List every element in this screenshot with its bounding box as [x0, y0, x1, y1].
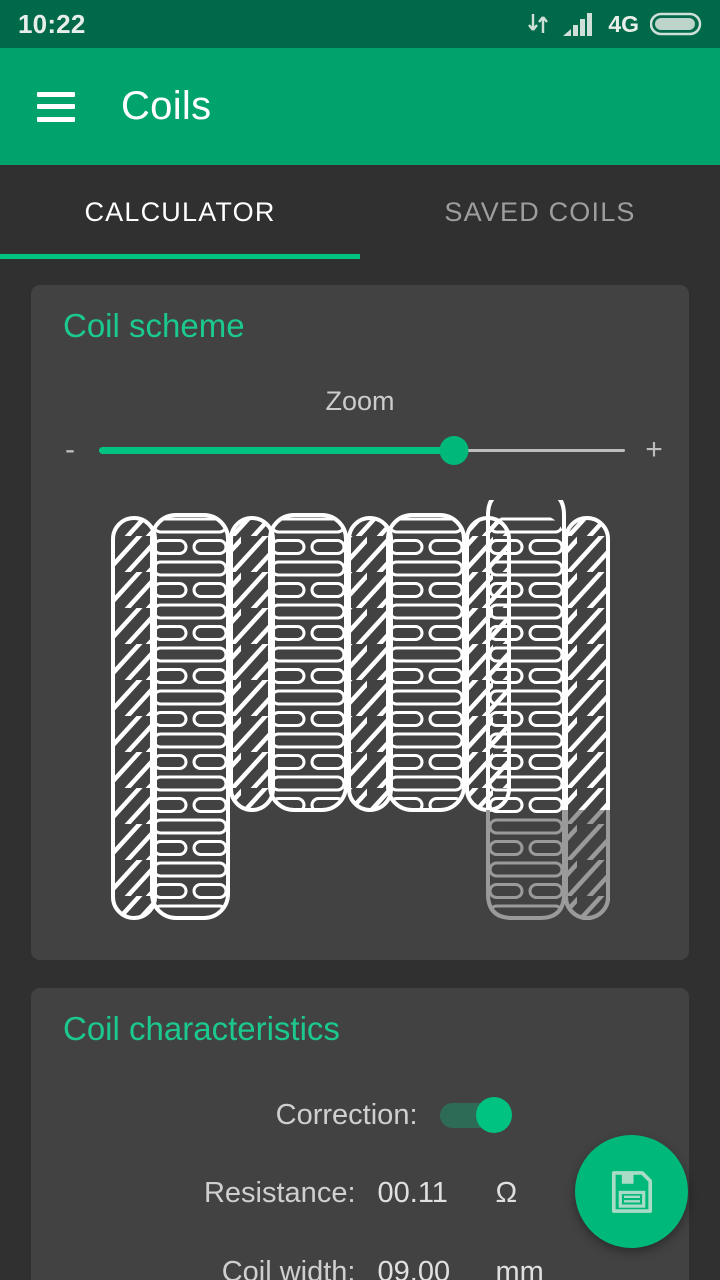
menu-bar-3 — [37, 116, 75, 122]
status-clock: 10:22 — [18, 8, 86, 39]
zoom-slider[interactable] — [99, 428, 625, 472]
resistance-label: Resistance: — [203, 1176, 356, 1209]
coil-column-rope-8 — [564, 516, 610, 920]
zoom-increase-button[interactable]: + — [625, 435, 683, 465]
correction-row: Correction: — [31, 1093, 689, 1137]
menu-bar-2 — [37, 104, 75, 109]
coil-column-ribbon-3 — [268, 513, 348, 812]
signal-bars-icon — [563, 13, 593, 36]
tab-saved-coils-label: SAVED COILS — [444, 196, 636, 227]
tab-calculator-label: CALCULATOR — [84, 196, 276, 227]
coil-scheme-card: Coil scheme Zoom - + — [31, 285, 689, 960]
zoom-label: Zoom — [325, 386, 395, 416]
coil-scheme-title: Coil scheme — [63, 307, 245, 344]
resistance-value: 00.11 — [377, 1176, 448, 1209]
correction-label: Correction: — [275, 1098, 418, 1131]
zoom-slider-row: - + — [31, 428, 689, 472]
tab-calculator[interactable]: CALCULATOR — [0, 165, 360, 259]
coil-characteristics-card: Coil characteristics Correction: Resista… — [31, 988, 689, 1280]
save-fab-button[interactable] — [575, 1135, 688, 1248]
network-type-label: 4G — [608, 10, 639, 37]
battery-icon — [650, 12, 702, 36]
coil-width-label: Coil width: — [221, 1255, 356, 1280]
tab-bar: CALCULATOR SAVED COILS — [0, 165, 720, 259]
zoom-slider-fill — [99, 446, 455, 454]
menu-bar-1 — [37, 91, 75, 97]
coil-column-rope-0 — [111, 516, 157, 920]
toggle-knob — [475, 1097, 512, 1133]
zoom-decrease-button[interactable]: - — [41, 435, 99, 465]
coil-column-rope-4 — [347, 516, 393, 812]
status-bar: 10:22 4G — [0, 0, 720, 48]
resistance-unit: Ω — [495, 1176, 518, 1209]
app-toolbar: Coils — [0, 48, 720, 165]
app-screen: 10:22 4G Coils CALCULATOR SAVED COILS Co… — [0, 0, 720, 1280]
coil-width-value: 09.00 — [377, 1255, 451, 1280]
zoom-slider-thumb[interactable] — [439, 435, 469, 465]
coil-column-ribbon-5 — [386, 513, 466, 812]
hamburger-menu-icon[interactable] — [37, 91, 75, 122]
status-indicators: 4G — [526, 11, 702, 38]
coil-scheme-diagram — [111, 500, 610, 920]
coil-width-row: Coil width: 09.00 mm — [31, 1250, 689, 1280]
tab-saved-coils[interactable]: SAVED COILS — [360, 165, 720, 259]
data-transfer-icon — [528, 14, 549, 33]
correction-toggle[interactable] — [439, 1097, 514, 1133]
save-floppy-disk-icon — [611, 1170, 652, 1213]
coil-column-rope-2 — [229, 516, 275, 812]
coil-characteristics-title: Coil characteristics — [63, 1010, 340, 1047]
tab-active-indicator — [0, 254, 360, 259]
app-title: Coils — [121, 84, 212, 128]
coil-width-unit: mm — [495, 1255, 544, 1280]
coil-column-ribbon-1 — [150, 513, 230, 920]
